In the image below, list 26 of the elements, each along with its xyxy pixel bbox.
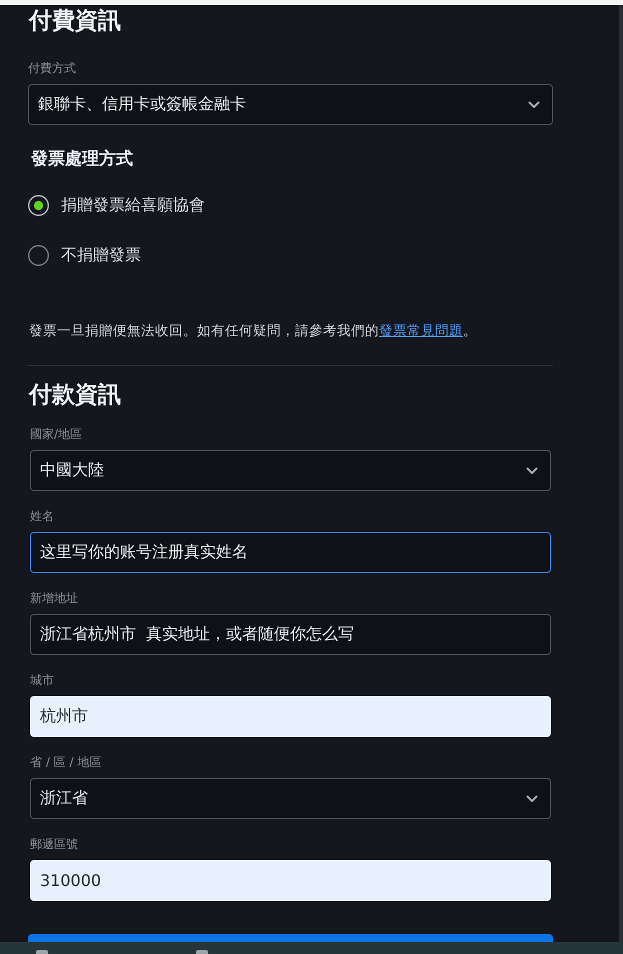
info-text: 發票一旦捐贈便無法收回。如有任何疑問，請參考我們的發票常見問題。 [29,322,478,340]
dropdown-select[interactable]: 中國大陸 [30,450,551,491]
faq-link[interactable]: 發票常見問題 [379,323,463,339]
radio-option[interactable]: 不捐贈發票 [28,244,141,266]
text-field[interactable]: 浙江省杭州市 真实地址，或者随便你怎么写 [30,614,551,655]
dropdown-select[interactable]: 銀聯卡、信用卡或簽帳金融卡 [28,84,553,125]
field-label: 省 / 區 / 地區 [30,754,102,770]
section-title: 付款資訊 [29,381,122,409]
field-label: 郵遞區號 [30,836,79,852]
section-title: 付費資訊 [29,7,122,35]
text-field[interactable]: 杭州市 [30,696,551,737]
radio-option[interactable]: 捐贈發票給喜願協會 [28,194,205,216]
field-label: 國家/地區 [30,426,84,442]
text-field[interactable]: 这里写你的账号注册真实姓名 [30,532,551,573]
field-label: 城市 [30,672,55,688]
subsection-title: 發票處理方式 [31,148,134,170]
chevron-down-icon [526,794,538,802]
field-label: 付費方式 [28,60,77,76]
chevron-down-icon [526,466,538,474]
field-label: 姓名 [30,508,55,524]
chevron-down-icon [528,100,540,108]
taskbar-icon[interactable] [196,950,208,954]
text-field[interactable]: 310000 [30,860,551,901]
field-label: 新增地址 [30,590,79,606]
dropdown-select[interactable]: 浙江省 [30,778,551,819]
taskbar-icon[interactable] [36,950,48,954]
